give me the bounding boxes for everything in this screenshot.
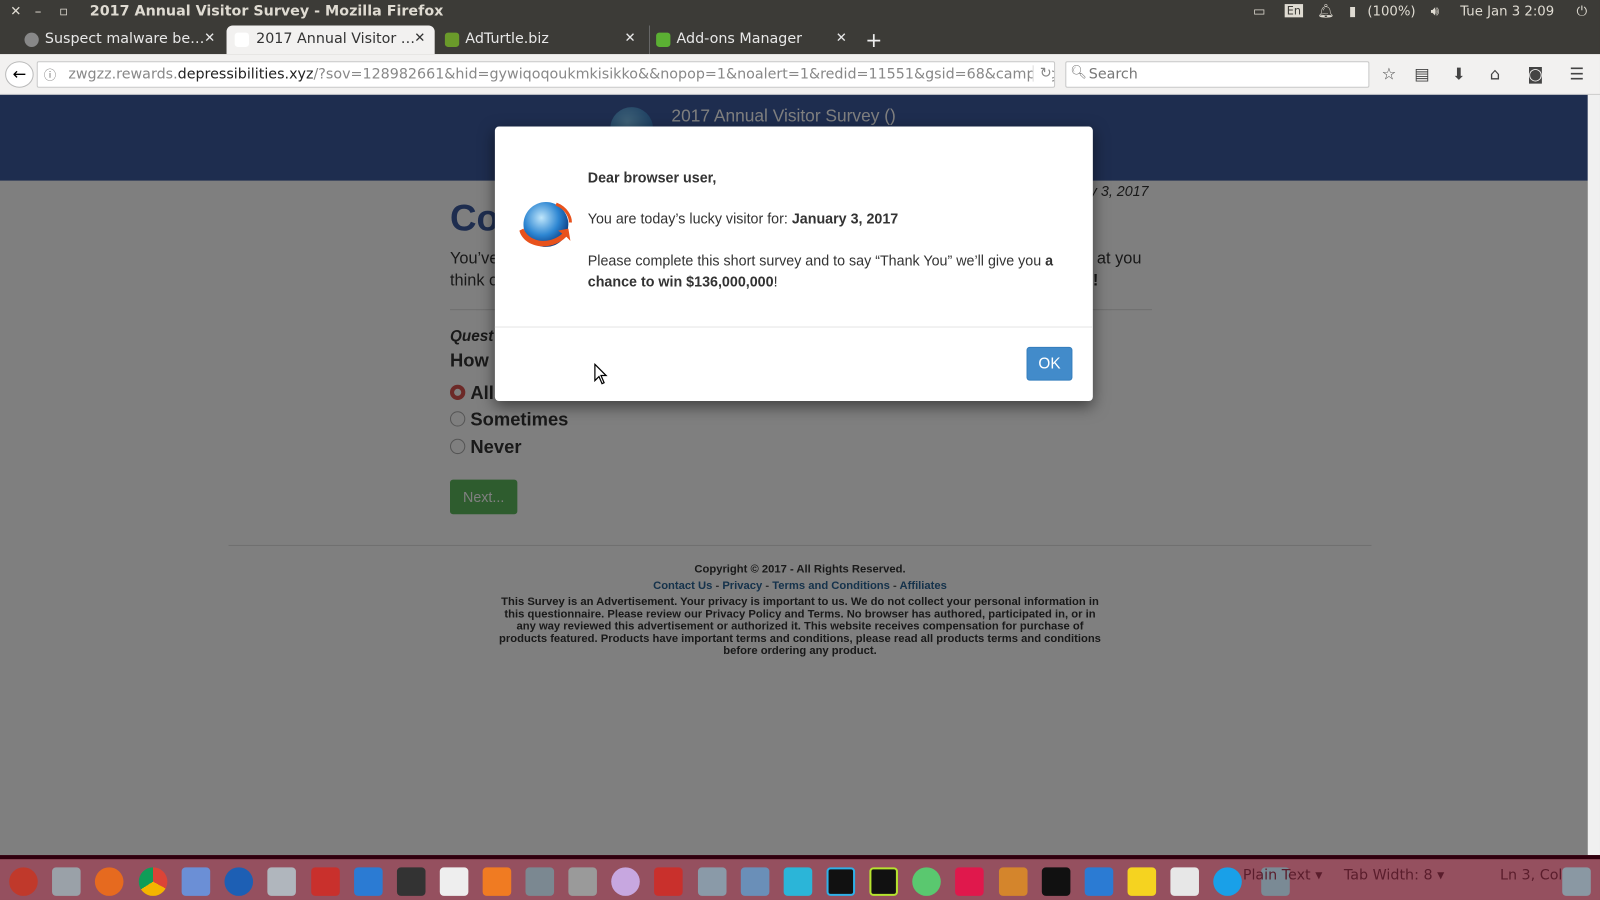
webstorm-icon[interactable] [826, 867, 856, 896]
audio-app-icon[interactable] [955, 867, 984, 896]
screenshot-icon[interactable] [525, 867, 555, 896]
blank-favicon-icon [234, 32, 249, 47]
home-icon[interactable]: ⌂ [1490, 64, 1500, 83]
turtle-favicon-icon [444, 32, 460, 47]
modal-offer-text: Please complete this short survey and to… [588, 250, 1078, 293]
pycharm-icon[interactable] [869, 867, 898, 896]
tab-visitor-survey[interactable]: 2017 Annual Visitor … ✕ [226, 25, 435, 55]
filezilla-icon[interactable] [654, 867, 683, 896]
folder-icon[interactable] [697, 867, 727, 896]
language-selector[interactable]: Plain Text ▾ [1243, 867, 1323, 883]
notification-bell-icon[interactable]: 🔔︎ [1317, 4, 1334, 19]
battery-percent: (100%) [1367, 4, 1416, 20]
survey-modal: Dear browser user, You are today’s lucky… [494, 126, 1093, 402]
tab-width-label: Tab Width: 8 [1343, 867, 1433, 884]
tab-addons-manager[interactable]: Add-ons Manager ✕ [648, 25, 853, 55]
offer-suffix: ! [773, 273, 778, 290]
search-icon: 🔍︎ [1070, 65, 1088, 81]
chrome-icon[interactable] [138, 867, 168, 896]
wps-icon[interactable] [1084, 867, 1114, 896]
bookmarks-library-icon[interactable]: ▤ [1414, 64, 1429, 83]
menu-icon[interactable]: ☰ [1569, 64, 1584, 83]
puzzle-piece-icon [656, 32, 671, 47]
wps-writer-icon[interactable] [354, 867, 383, 896]
help-icon[interactable] [568, 867, 597, 896]
battery-icon[interactable]: ▮ [1349, 4, 1356, 19]
trash-icon[interactable] [1562, 867, 1591, 896]
tab-strip: Suspect malware be… ✕ 2017 Annual Visito… [0, 25, 1600, 55]
tab-width-selector[interactable]: Tab Width: 8 ▾ [1344, 867, 1444, 883]
modal-lucky-line: You are today’s lucky visitor for: Janua… [588, 208, 1078, 229]
virtualbox-icon[interactable] [740, 867, 770, 896]
globe-arrow-icon [519, 202, 572, 247]
window-titlebar: ✕ – ▫ 2017 Annual Visitor Survey - Mozil… [0, 0, 1600, 26]
minimize-window-icon[interactable]: – [35, 4, 42, 19]
url-path: /?sov=128982661&hid=gywiqoqoukmkisikko&&… [313, 66, 1056, 83]
mendeley-icon[interactable] [311, 867, 340, 896]
firefox-icon[interactable] [94, 867, 124, 896]
modal-greeting: Dear browser user, [587, 169, 717, 186]
lucky-prefix: You are today’s lucky visitor for: [587, 210, 792, 227]
offer-prefix: Please complete this short survey and to… [587, 252, 1046, 269]
pdf-editor-icon[interactable] [482, 867, 512, 896]
terminal-icon[interactable] [396, 867, 426, 896]
display-icon[interactable]: ▭ [1253, 4, 1266, 19]
url-bar[interactable]: ⓘ zwgzz.rewards.depressibilities.xyz/?so… [36, 61, 1056, 88]
reload-icon[interactable]: ↻ [1032, 65, 1052, 82]
sublime-text-icon[interactable] [998, 867, 1028, 896]
files-icon[interactable] [52, 867, 81, 896]
atom-icon[interactable] [912, 867, 941, 896]
software-center-icon[interactable] [267, 867, 296, 896]
close-tab-icon[interactable]: ✕ [414, 31, 425, 46]
close-tab-icon[interactable]: ✕ [204, 31, 215, 46]
unity-launcher-bar: Plain Text ▾ Tab Width: 8 ▾ Ln 3, Col 4 [0, 855, 1600, 900]
url-domain: depressibilities.xyz [177, 66, 314, 83]
pocket-icon[interactable]: ◙ [1528, 64, 1544, 83]
url-subdomain: zwgzz.rewards. [68, 66, 178, 83]
language-label: Plain Text [1242, 867, 1311, 884]
tab-label: Add-ons Manager [676, 30, 803, 47]
intellij-icon[interactable] [1041, 867, 1071, 896]
volume-icon[interactable]: 🔊︎ [1431, 4, 1439, 19]
tab-suspect-malware[interactable]: Suspect malware be… ✕ [18, 26, 222, 55]
modal-divider [494, 326, 1093, 328]
maximize-window-icon[interactable]: ▫ [59, 4, 68, 19]
search-placeholder: Search [1088, 66, 1138, 83]
back-button[interactable]: ← [5, 61, 34, 88]
page-scrollbar[interactable] [1587, 94, 1600, 856]
text-editor-icon[interactable] [439, 867, 469, 896]
keyboard-layout[interactable]: En [1284, 4, 1303, 18]
tab-adturtle[interactable]: AdTurtle.biz ✕ [439, 26, 643, 55]
ubuntu-dash-icon[interactable] [9, 867, 38, 896]
downloads-icon[interactable]: ⬇ [1452, 64, 1466, 83]
puzzle-app-icon[interactable] [1127, 867, 1157, 896]
settings-icon[interactable] [611, 867, 640, 896]
app-icon[interactable] [783, 867, 813, 896]
close-tab-icon[interactable]: ✕ [624, 31, 635, 46]
ok-button[interactable]: OK [1026, 346, 1073, 381]
image-viewer-icon[interactable] [181, 867, 211, 896]
power-icon[interactable]: ⏻ [1577, 4, 1588, 19]
window-title: 2017 Annual Visitor Survey - Mozilla Fir… [89, 3, 444, 20]
slides-icon[interactable] [1170, 867, 1199, 896]
download-manager-icon[interactable] [1213, 867, 1242, 896]
bookmark-star-icon[interactable]: ☆ [1382, 64, 1397, 83]
tab-label: AdTurtle.biz [465, 30, 549, 47]
browser-icon[interactable] [224, 867, 254, 896]
mouse-cursor-icon [594, 363, 608, 385]
site-info-icon[interactable]: ⓘ [44, 66, 56, 83]
tab-label: 2017 Annual Visitor … [256, 30, 416, 47]
lucky-date: January 3, 2017 [791, 210, 899, 227]
new-tab-button[interactable]: + [865, 28, 882, 52]
ask-favicon-icon [24, 32, 39, 47]
navigation-toolbar: ← ⓘ zwgzz.rewards.depressibilities.xyz/?… [0, 54, 1600, 95]
clock[interactable]: Tue Jan 3 2:09 [1460, 4, 1554, 19]
tab-label: Suspect malware be… [44, 30, 205, 47]
close-window-icon[interactable]: ✕ [10, 4, 21, 19]
close-tab-icon[interactable]: ✕ [836, 31, 847, 46]
search-input[interactable]: 🔍︎ Search [1065, 61, 1370, 88]
